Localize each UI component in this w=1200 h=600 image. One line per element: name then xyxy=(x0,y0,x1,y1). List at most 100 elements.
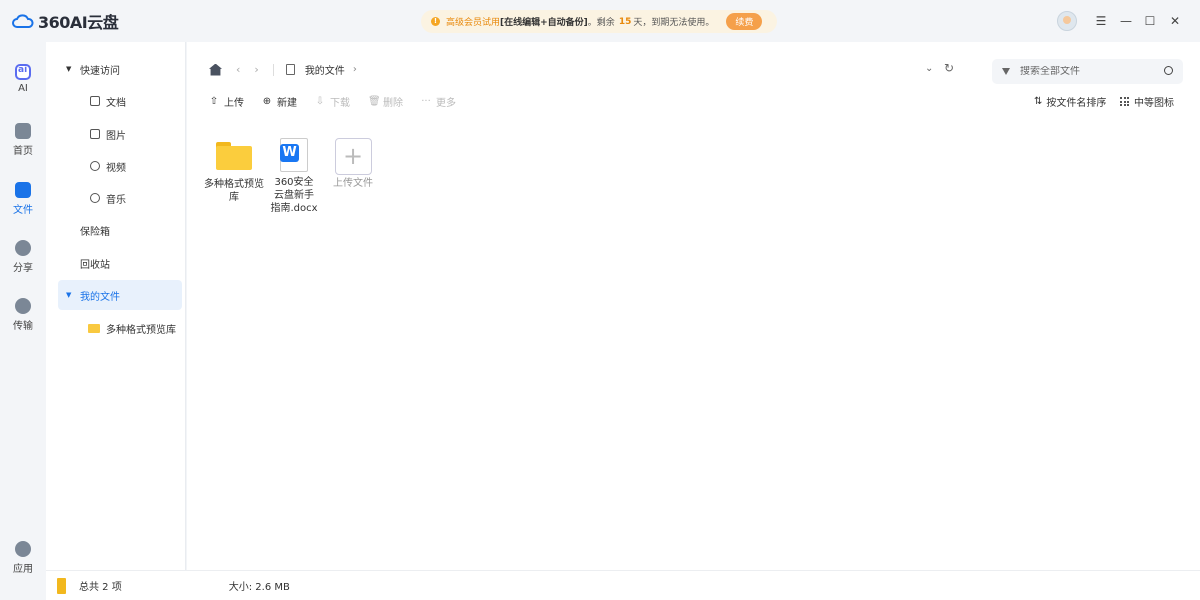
sort-icon: ⇅ xyxy=(1034,96,1043,107)
tree-item-preview-folder[interactable]: 多种格式预览库 xyxy=(58,313,182,343)
word-doc-icon: W xyxy=(280,138,308,172)
trial-label[interactable]: 高级会员试用 xyxy=(446,15,500,28)
upload-file-tile[interactable]: + 上传文件 xyxy=(323,138,383,190)
search-icon[interactable] xyxy=(1164,66,1173,75)
tree-quick-access[interactable]: ▼ 快速访问 xyxy=(58,54,182,84)
tree-item-recycle[interactable]: 回收站 xyxy=(58,248,182,278)
folder-icon xyxy=(216,142,252,170)
document-icon xyxy=(90,96,100,106)
file-tile-docx[interactable]: W 360安全云盘新手指南.docx xyxy=(264,138,324,215)
rail-label: 首页 xyxy=(13,146,33,157)
cloud-transfer-icon xyxy=(15,298,31,314)
rail-label: 应用 xyxy=(13,564,33,575)
rail-item-files[interactable]: 文件 xyxy=(0,182,46,216)
file-name: 360安全云盘新手指南.docx xyxy=(270,177,318,214)
plus-circle-icon: ⊕ xyxy=(262,96,272,107)
toolbar: ⇧ 上传 ⊕ 新建 ⇩ 下载 🗑 删除 ··· 更多 xyxy=(209,94,474,109)
folder-tree: ▼ 快速访问 文档 图片 视频 音乐 保险箱 回收站 ▼ 我的文件 多种格式预览… xyxy=(46,42,186,570)
button-label: 更多 xyxy=(436,98,456,109)
button-label: 按文件名排序 xyxy=(1046,98,1107,109)
chevron-right-icon[interactable]: › xyxy=(353,64,357,75)
button-label: 删除 xyxy=(383,98,403,109)
back-icon[interactable]: ‹ xyxy=(236,63,240,76)
rail-label: 传输 xyxy=(13,321,33,332)
tree-item-documents[interactable]: 文档 xyxy=(58,86,182,116)
rail-item-share[interactable]: 分享 xyxy=(0,240,46,274)
tree-item-vault[interactable]: 保险箱 xyxy=(58,215,182,245)
search-input[interactable] xyxy=(1020,66,1150,77)
tree-label: 回收站 xyxy=(80,259,110,271)
tree-item-my-files[interactable]: ▼ 我的文件 xyxy=(58,280,182,310)
more-icon: ··· xyxy=(421,96,431,107)
button-label: 下载 xyxy=(330,98,350,109)
rail-item-transfer[interactable]: 传输 xyxy=(0,298,46,332)
tree-item-images[interactable]: 图片 xyxy=(58,119,182,149)
days-suffix: 天， xyxy=(633,18,652,28)
rail-label: AI xyxy=(18,83,28,94)
tree-item-videos[interactable]: 视频 xyxy=(58,151,182,181)
home-icon[interactable] xyxy=(209,63,222,76)
menu-icon[interactable]: ☰ xyxy=(1093,13,1109,29)
button-label: 上传 xyxy=(224,98,244,109)
tree-item-music[interactable]: 音乐 xyxy=(58,183,182,213)
view-mode-button[interactable]: 中等图标 xyxy=(1120,94,1174,109)
forward-icon[interactable]: › xyxy=(254,63,258,76)
folder-icon xyxy=(88,323,100,333)
trial-features: [在线编辑+自动备份] xyxy=(500,18,588,28)
ai-icon xyxy=(15,64,31,80)
folder-icon xyxy=(15,182,31,198)
renew-button[interactable]: 续费 xyxy=(726,13,763,30)
video-icon xyxy=(90,161,100,171)
tree-label: 快速访问 xyxy=(80,65,120,77)
tree-label: 我的文件 xyxy=(80,291,120,303)
divider xyxy=(272,63,274,76)
status-bar: 总共 2 项 大小: 2.6 MB xyxy=(46,570,1200,600)
main-panel: ‹ › › 我的文件 › ⌄ ↻ ⇧ 上传 ⊕ 新建 ⇩ 下载 🗑 删除 ··· xyxy=(187,42,1200,570)
days-remaining: 15 xyxy=(618,16,632,27)
upload-button[interactable]: ⇧ 上传 xyxy=(209,94,244,109)
tree-label: 视频 xyxy=(106,162,126,174)
more-button[interactable]: ··· 更多 xyxy=(421,94,456,109)
maximize-icon[interactable]: ☐ xyxy=(1142,13,1158,29)
delete-button[interactable]: 🗑 删除 xyxy=(368,94,403,109)
search-box xyxy=(992,59,1183,84)
chevron-down-icon[interactable]: ⌄ xyxy=(925,63,933,74)
minimize-icon[interactable]: — xyxy=(1118,13,1134,29)
button-label: 中等图标 xyxy=(1134,98,1174,109)
download-button[interactable]: ⇩ 下载 xyxy=(315,94,350,109)
upload-tile-label: 上传文件 xyxy=(333,178,373,189)
tree-label: 文档 xyxy=(106,97,126,109)
chevron-down-icon[interactable]: ▼ xyxy=(66,65,74,73)
rail-item-home[interactable]: 首页 xyxy=(0,123,46,157)
file-tile-folder[interactable]: 多种格式预览库 xyxy=(204,138,264,204)
rail-item-apps[interactable]: 应用 xyxy=(0,541,46,575)
left-rail: AI 首页 文件 分享 传输 应用 xyxy=(0,42,46,600)
trash-icon: 🗑 xyxy=(368,96,381,107)
total-size: 大小: 2.6 MB xyxy=(228,582,290,593)
remaining-prefix: 。剩余 xyxy=(587,18,615,28)
tree-label: 音乐 xyxy=(106,194,126,206)
rail-label: 文件 xyxy=(13,205,33,216)
title-bar: 360AI云盘 ! 高级会员试用 [在线编辑+自动备份] 。剩余 15 天， 到… xyxy=(0,0,1200,42)
file-name: 多种格式预览库 xyxy=(204,179,264,203)
path-icon[interactable] xyxy=(285,64,295,75)
refresh-icon[interactable]: ↻ xyxy=(944,61,954,75)
download-icon: ⇩ xyxy=(315,96,325,107)
expire-text: 到期无法使用。 xyxy=(651,18,715,28)
chevron-down-icon[interactable]: ▼ xyxy=(66,291,74,299)
new-button[interactable]: ⊕ 新建 xyxy=(262,94,297,109)
close-icon[interactable]: ✕ xyxy=(1167,13,1183,29)
sort-button[interactable]: ⇅ 按文件名排序 xyxy=(1034,94,1106,109)
warning-icon: ! xyxy=(431,17,440,26)
tree-label: 多种格式预览库 xyxy=(106,324,176,336)
button-label: 新建 xyxy=(277,98,297,109)
rail-item-ai[interactable]: AI xyxy=(0,64,46,94)
breadcrumb[interactable]: 我的文件 xyxy=(305,62,345,77)
filter-icon[interactable] xyxy=(1002,67,1010,76)
share-icon xyxy=(15,240,31,256)
avatar[interactable] xyxy=(1057,11,1077,31)
plus-icon: + xyxy=(334,138,372,175)
app-logo: 360AI云盘 xyxy=(12,9,119,33)
rail-label: 分享 xyxy=(13,263,33,274)
music-icon xyxy=(90,193,100,203)
